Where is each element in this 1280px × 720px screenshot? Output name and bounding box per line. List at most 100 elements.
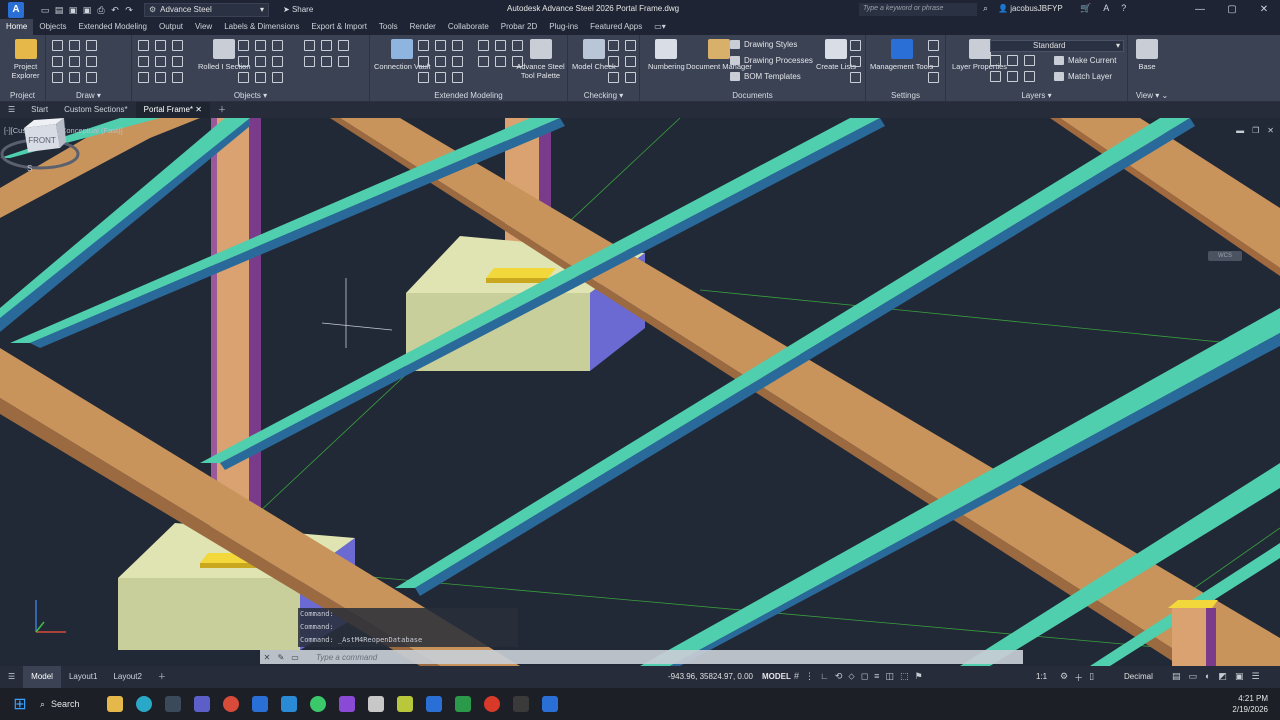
panel-label-objects[interactable]: Objects ▾ [132,91,369,100]
viewport-restore-icon[interactable]: ❐ [1252,126,1259,135]
circle-icon[interactable] [69,56,80,67]
ring-icon[interactable] [452,72,463,83]
advance-steel-app[interactable] [535,694,564,714]
truss-icon[interactable] [304,56,315,67]
panel-label-layers[interactable]: Layers ▾ [946,91,1127,100]
clash-check-icon[interactable] [608,40,619,51]
special-part-icon[interactable] [272,72,283,83]
coordinates-readout[interactable]: -943.96, 35824.97, 0.00 [668,672,753,681]
line-icon[interactable] [52,56,63,67]
command-input[interactable]: Type a command [316,653,377,662]
tab-home[interactable]: Home [0,19,34,35]
model-canvas[interactable] [0,118,1280,666]
layer-lock-icon[interactable] [990,71,1001,82]
viewport-minimize-icon[interactable]: ▬ [1236,126,1244,135]
fold-tool-icon[interactable] [255,72,266,83]
tool-palette-button[interactable]: Advance Steel Tool Palette [514,39,567,80]
rectangle-icon[interactable] [86,56,97,67]
grid-icon[interactable] [172,40,183,51]
file-explorer-app[interactable] [100,694,129,714]
match-layer-button[interactable]: Match Layer [1054,72,1112,81]
model-space-toggle[interactable]: MODEL [762,672,791,681]
check-list-icon[interactable] [608,56,619,67]
selection-cycling-icon[interactable]: ⬚ [900,671,909,682]
cart-icon[interactable]: 🛒 [1080,3,1091,14]
tab-render[interactable]: Render [404,19,442,35]
plus-icon[interactable]: ＋ [1074,671,1083,684]
close-command-icon[interactable]: ✕ [260,653,274,662]
layer-walk-icon[interactable] [1024,71,1035,82]
column-icon[interactable] [138,56,149,67]
edge-app[interactable] [129,694,158,714]
open-icon[interactable]: ▤ [54,5,64,15]
stud-icon[interactable] [172,72,183,83]
beam-icon[interactable] [138,40,149,51]
terminal-app[interactable] [506,694,535,714]
tab-layout1[interactable]: Layout1 [61,666,105,688]
tab-export-import[interactable]: Export & Import [305,19,373,35]
layer-isolate-icon[interactable] [1007,55,1018,66]
calculator-app[interactable] [158,694,187,714]
table-tool-icon[interactable] [850,56,861,67]
windows-start-icon[interactable]: ⊞ [0,694,40,714]
isodraft-icon[interactable]: ⬦ [848,671,854,682]
share-button[interactable]: ➤ Share [283,5,313,14]
close-tab-icon[interactable]: ✕ [195,105,202,114]
notes-app[interactable] [361,694,390,714]
cage-ladder-icon[interactable] [435,40,446,51]
tab-tools[interactable]: Tools [373,19,404,35]
taskbar-search[interactable]: ⌕ Search [40,699,100,710]
transparency-icon[interactable]: ◫ [885,671,894,682]
settings-tool-2-icon[interactable] [928,56,939,67]
check-results-icon[interactable] [625,56,636,67]
bom-templates-button[interactable]: BOM Templates [730,72,801,81]
prism-tool-icon[interactable] [478,56,489,67]
maximize-icon[interactable]: ▢ [1216,0,1248,19]
lineweight-icon[interactable]: ≡ [874,671,879,682]
bracing-icon[interactable] [338,56,349,67]
drawing-styles-button[interactable]: Drawing Styles [730,40,797,49]
audit-icon[interactable] [625,40,636,51]
ribbon-display-toggle-icon[interactable]: ▭▾ [648,19,672,35]
numbering-button[interactable]: Numbering [648,39,685,71]
wcs-menu[interactable]: WCS [1208,251,1242,261]
layer-freeze-icon[interactable] [1024,55,1035,66]
panel-label-checking[interactable]: Checking ▾ [568,91,639,100]
grid-toggle-icon[interactable]: # [794,671,799,682]
tab-output[interactable]: Output [153,19,189,35]
cut-tool-icon[interactable] [238,56,249,67]
git-app[interactable] [477,694,506,714]
doctab-start[interactable]: Start [23,102,56,118]
isolate-objects-icon[interactable]: ◐ [1205,671,1210,682]
snap-toggle-icon[interactable]: ⋮ [805,671,814,682]
hatch-icon[interactable] [86,40,97,51]
platform-icon[interactable] [435,72,446,83]
spiral-icon[interactable] [418,72,429,83]
ortho-toggle-icon[interactable]: ∟ [820,671,829,682]
model-viewport[interactable]: [-][Custom View][Conceptual (Fast)] ▬ ❐ … [0,118,1280,666]
settings-tool-1-icon[interactable] [928,40,939,51]
report-tool-icon[interactable] [850,72,861,83]
panel-label-view[interactable]: View ▾ ⌄ [1128,91,1176,100]
annotation-scale[interactable]: 1:1 [1036,672,1047,681]
user-account-button[interactable]: 👤 jacobusJBFYP [998,4,1063,13]
layout-menu-icon[interactable]: ☰ [0,666,23,688]
base-button[interactable]: Base [1136,39,1158,71]
annotation-visibility-icon[interactable]: ⚑ [914,671,922,682]
railing-icon[interactable] [338,40,349,51]
spline-icon[interactable] [52,72,63,83]
hamburger-menu-icon[interactable]: ☰ [0,102,23,118]
clean-screen-icon[interactable]: ▣ [1235,671,1244,682]
section-tool-icon[interactable] [255,40,266,51]
check-filter-icon[interactable] [608,72,619,83]
arc-icon[interactable] [69,40,80,51]
frame-icon[interactable] [321,56,332,67]
check-export-icon[interactable] [625,72,636,83]
tab-labels-dimensions[interactable]: Labels & Dimensions [218,19,305,35]
doctab-custom-sections[interactable]: Custom Sections* [56,102,136,118]
grating-icon[interactable] [304,40,315,51]
chrome-app[interactable] [216,694,245,714]
system-clock[interactable]: 4:21 PM 2/19/2026 [1232,693,1268,715]
doctab-portal-frame[interactable]: Portal Frame* ✕ [135,102,210,118]
plate-tool-icon[interactable] [238,40,249,51]
